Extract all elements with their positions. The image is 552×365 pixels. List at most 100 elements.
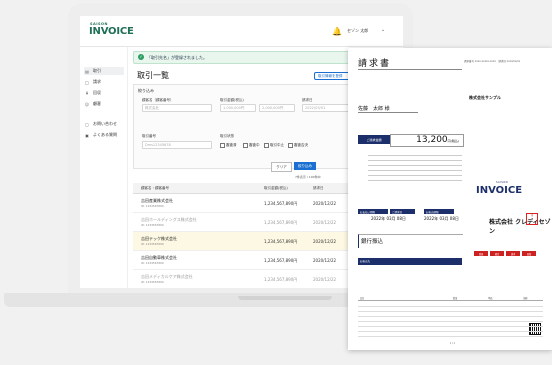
people-icon: ☺: [84, 101, 90, 107]
customer-id: ID: 1234567890: [141, 242, 164, 246]
sidebar-item-faq[interactable]: ▣ よくある質問: [84, 131, 124, 139]
status-checkbox-reviewing[interactable]: 審査中: [243, 143, 260, 148]
book-icon: ▣: [85, 132, 89, 138]
invoice-title: 請求書: [358, 59, 392, 69]
items-header: 品名 数量 単価 金額: [358, 296, 543, 301]
clear-button[interactable]: クリア: [271, 162, 292, 172]
checkbox-label: 審査否決: [294, 143, 308, 147]
issuer-company: 株式会社サンプル: [469, 95, 501, 100]
sidebar: ▤ 取引 □ 請求 ¥ 回収 ☺ 顧客 ▢ お問い合わせ ▣ よくある質問: [80, 47, 128, 288]
sidebar-item-transactions[interactable]: ▤ 取引: [84, 67, 124, 75]
date: 2020/12/22: [313, 201, 337, 206]
column-header[interactable]: 請求日: [313, 186, 324, 191]
invoice-document: 請求書 請求番号 xxxx-xxxxx-xxxx 請求日 xxxx/xx/xx …: [348, 48, 552, 350]
number-input[interactable]: Dms12345678: [142, 141, 212, 149]
process-tag: 回収: [522, 251, 536, 256]
items-column-price: 単価: [488, 297, 493, 300]
items-column-name: 品名: [360, 297, 365, 300]
amount-suffix: 円(税込): [447, 139, 459, 143]
column-header[interactable]: 取引金額(税込): [264, 186, 288, 191]
amount-label: ご請求金額: [358, 135, 390, 144]
sidebar-item-label: 取引: [93, 68, 101, 73]
check-icon: ✓: [138, 54, 144, 60]
sidebar-item-label: 請求: [93, 79, 101, 84]
process-tag: 登録: [474, 251, 488, 256]
checkbox-label: 審査済: [226, 143, 237, 147]
issuer-brand: 株式会社 クレディセゾン: [489, 219, 551, 235]
amount: 1,234,567,890円: [264, 277, 298, 282]
items-column-amount: 金額: [523, 297, 528, 300]
sidebar-item-collection[interactable]: ¥ 回収: [84, 89, 124, 97]
laptop-notch: [238, 296, 332, 300]
checkbox-label: 審査中: [249, 143, 260, 147]
sidebar-item-contact[interactable]: ▢ お問い合わせ: [84, 120, 124, 128]
amount: 1,234,567,890円: [264, 258, 298, 263]
status-checkbox-rejected[interactable]: 審査否決: [288, 143, 308, 148]
user-menu[interactable]: セゾン 太郎: [347, 28, 368, 34]
amount: 1,234,567,890円: [264, 220, 298, 225]
sidebar-item-billing[interactable]: □ 請求: [84, 78, 124, 86]
table-header: 顧客名・顧客番号 取引金額(税込) 請求日 期日: [133, 183, 373, 194]
amount: 1,234,567,890円: [264, 201, 298, 206]
sidebar-item-label: 顧客: [93, 101, 101, 106]
invoice-number: 請求番号 xxxx-xxxxx-xxxx 請求日 xxxx/xx/xx: [464, 60, 521, 63]
table-row[interactable]: 吉田自動車株式会社 ID: 1234567890 1,234,567,890円 …: [133, 251, 373, 270]
sub-table-row: [368, 176, 462, 181]
sidebar-item-label: お問い合わせ: [93, 121, 117, 126]
invoice-recipient: 佐藤 太郎 様: [358, 106, 390, 112]
customer-id: ID: 1234567890: [141, 261, 164, 265]
toast-message: 「取引先名」が登録されました。: [147, 55, 207, 60]
column-header[interactable]: 顧客名・顧客番号: [141, 186, 169, 191]
amount-number: 13,200: [416, 135, 448, 145]
checkbox-label: 取引中止: [270, 143, 284, 147]
yen-icon: ¥: [85, 90, 89, 96]
process-tag: 確定: [490, 251, 504, 256]
item-row: [358, 332, 543, 337]
bank-transfer-title: 銀行振込: [361, 239, 384, 245]
customer-label: 顧客名（顧客番号）: [142, 98, 174, 102]
page-number: 1 / 1: [450, 342, 455, 345]
table-row[interactable]: 吉田テック株式会社 ID: 1234567890 1,234,567,890円 …: [133, 232, 373, 251]
table-row[interactable]: 吉田ホールディングス株式会社 ID: 1234567890 1,234,567,…: [133, 213, 373, 232]
chevron-down-icon[interactable]: ⌄: [381, 27, 385, 33]
payment-due-date: 2022年 03月 08日: [424, 216, 459, 221]
table-row[interactable]: 吉田メディカルケア株式会社 ID: 1234567890 1,234,567,8…: [133, 270, 373, 288]
sidebar-item-label: よくある質問: [93, 132, 117, 137]
amount: 1,234,567,890円: [264, 239, 298, 244]
date: 2020/12/22: [313, 258, 337, 263]
customer-id: ID: 1234567890: [141, 223, 164, 227]
payment-due-label: お振込期限: [424, 209, 454, 214]
chat-icon: ▢: [85, 121, 89, 127]
document-icon: ▤: [85, 68, 89, 74]
amount-to-input[interactable]: 2,000,000円: [259, 104, 295, 112]
filter-search-button[interactable]: 絞り込み: [294, 162, 316, 170]
bell-icon[interactable]: 🔔: [332, 27, 342, 36]
top-bar: SAISON INVOICE 🔔 セゾン 太郎 ⌄: [80, 16, 403, 47]
invoice-date: 2022年 03月 08日: [371, 216, 406, 221]
due-label: お支払い期限: [358, 209, 388, 214]
logo[interactable]: INVOICE: [89, 26, 134, 37]
sidebar-item-customers[interactable]: ☺ 顧客: [84, 100, 124, 108]
status-label: 取引状態: [220, 134, 234, 138]
date-label: 請求日: [302, 98, 313, 102]
register-button-label: 取引情報を登録: [318, 73, 343, 78]
table-row[interactable]: 吉田産業株式会社 ID: 1234567890 1,234,567,890円 2…: [133, 194, 373, 213]
date: 2020/12/22: [313, 220, 337, 225]
status-checkbox-cancelled[interactable]: 取引中止: [264, 143, 284, 148]
amount-from-input[interactable]: 1,000,000円: [220, 104, 256, 112]
filter-title: 絞り込み: [138, 88, 154, 93]
invoice-date-label: ご請求日: [390, 209, 415, 214]
invoice-amount: 13,200円(税込): [395, 135, 459, 145]
amount-label: 取引金額(税込): [220, 98, 244, 102]
filter-panel: 絞り込み 顧客名（顧客番号） 株式会社 取引金額(税込) 1,000,000円 …: [133, 84, 365, 169]
sidebar-item-label: 回収: [93, 90, 101, 95]
bank-section-header: お振込先: [358, 258, 462, 265]
number-label: 取引番号: [142, 134, 156, 138]
invoice-icon: □: [85, 79, 89, 85]
customer-input[interactable]: 株式会社: [142, 104, 212, 112]
customer-id: ID: 1234567890: [141, 280, 164, 284]
items-column-qty: 数量: [453, 297, 458, 300]
invoice-logo-small: SAISON: [496, 181, 508, 184]
date: 2020/12/22: [313, 277, 337, 282]
status-checkbox-approved[interactable]: 審査済: [220, 143, 237, 148]
